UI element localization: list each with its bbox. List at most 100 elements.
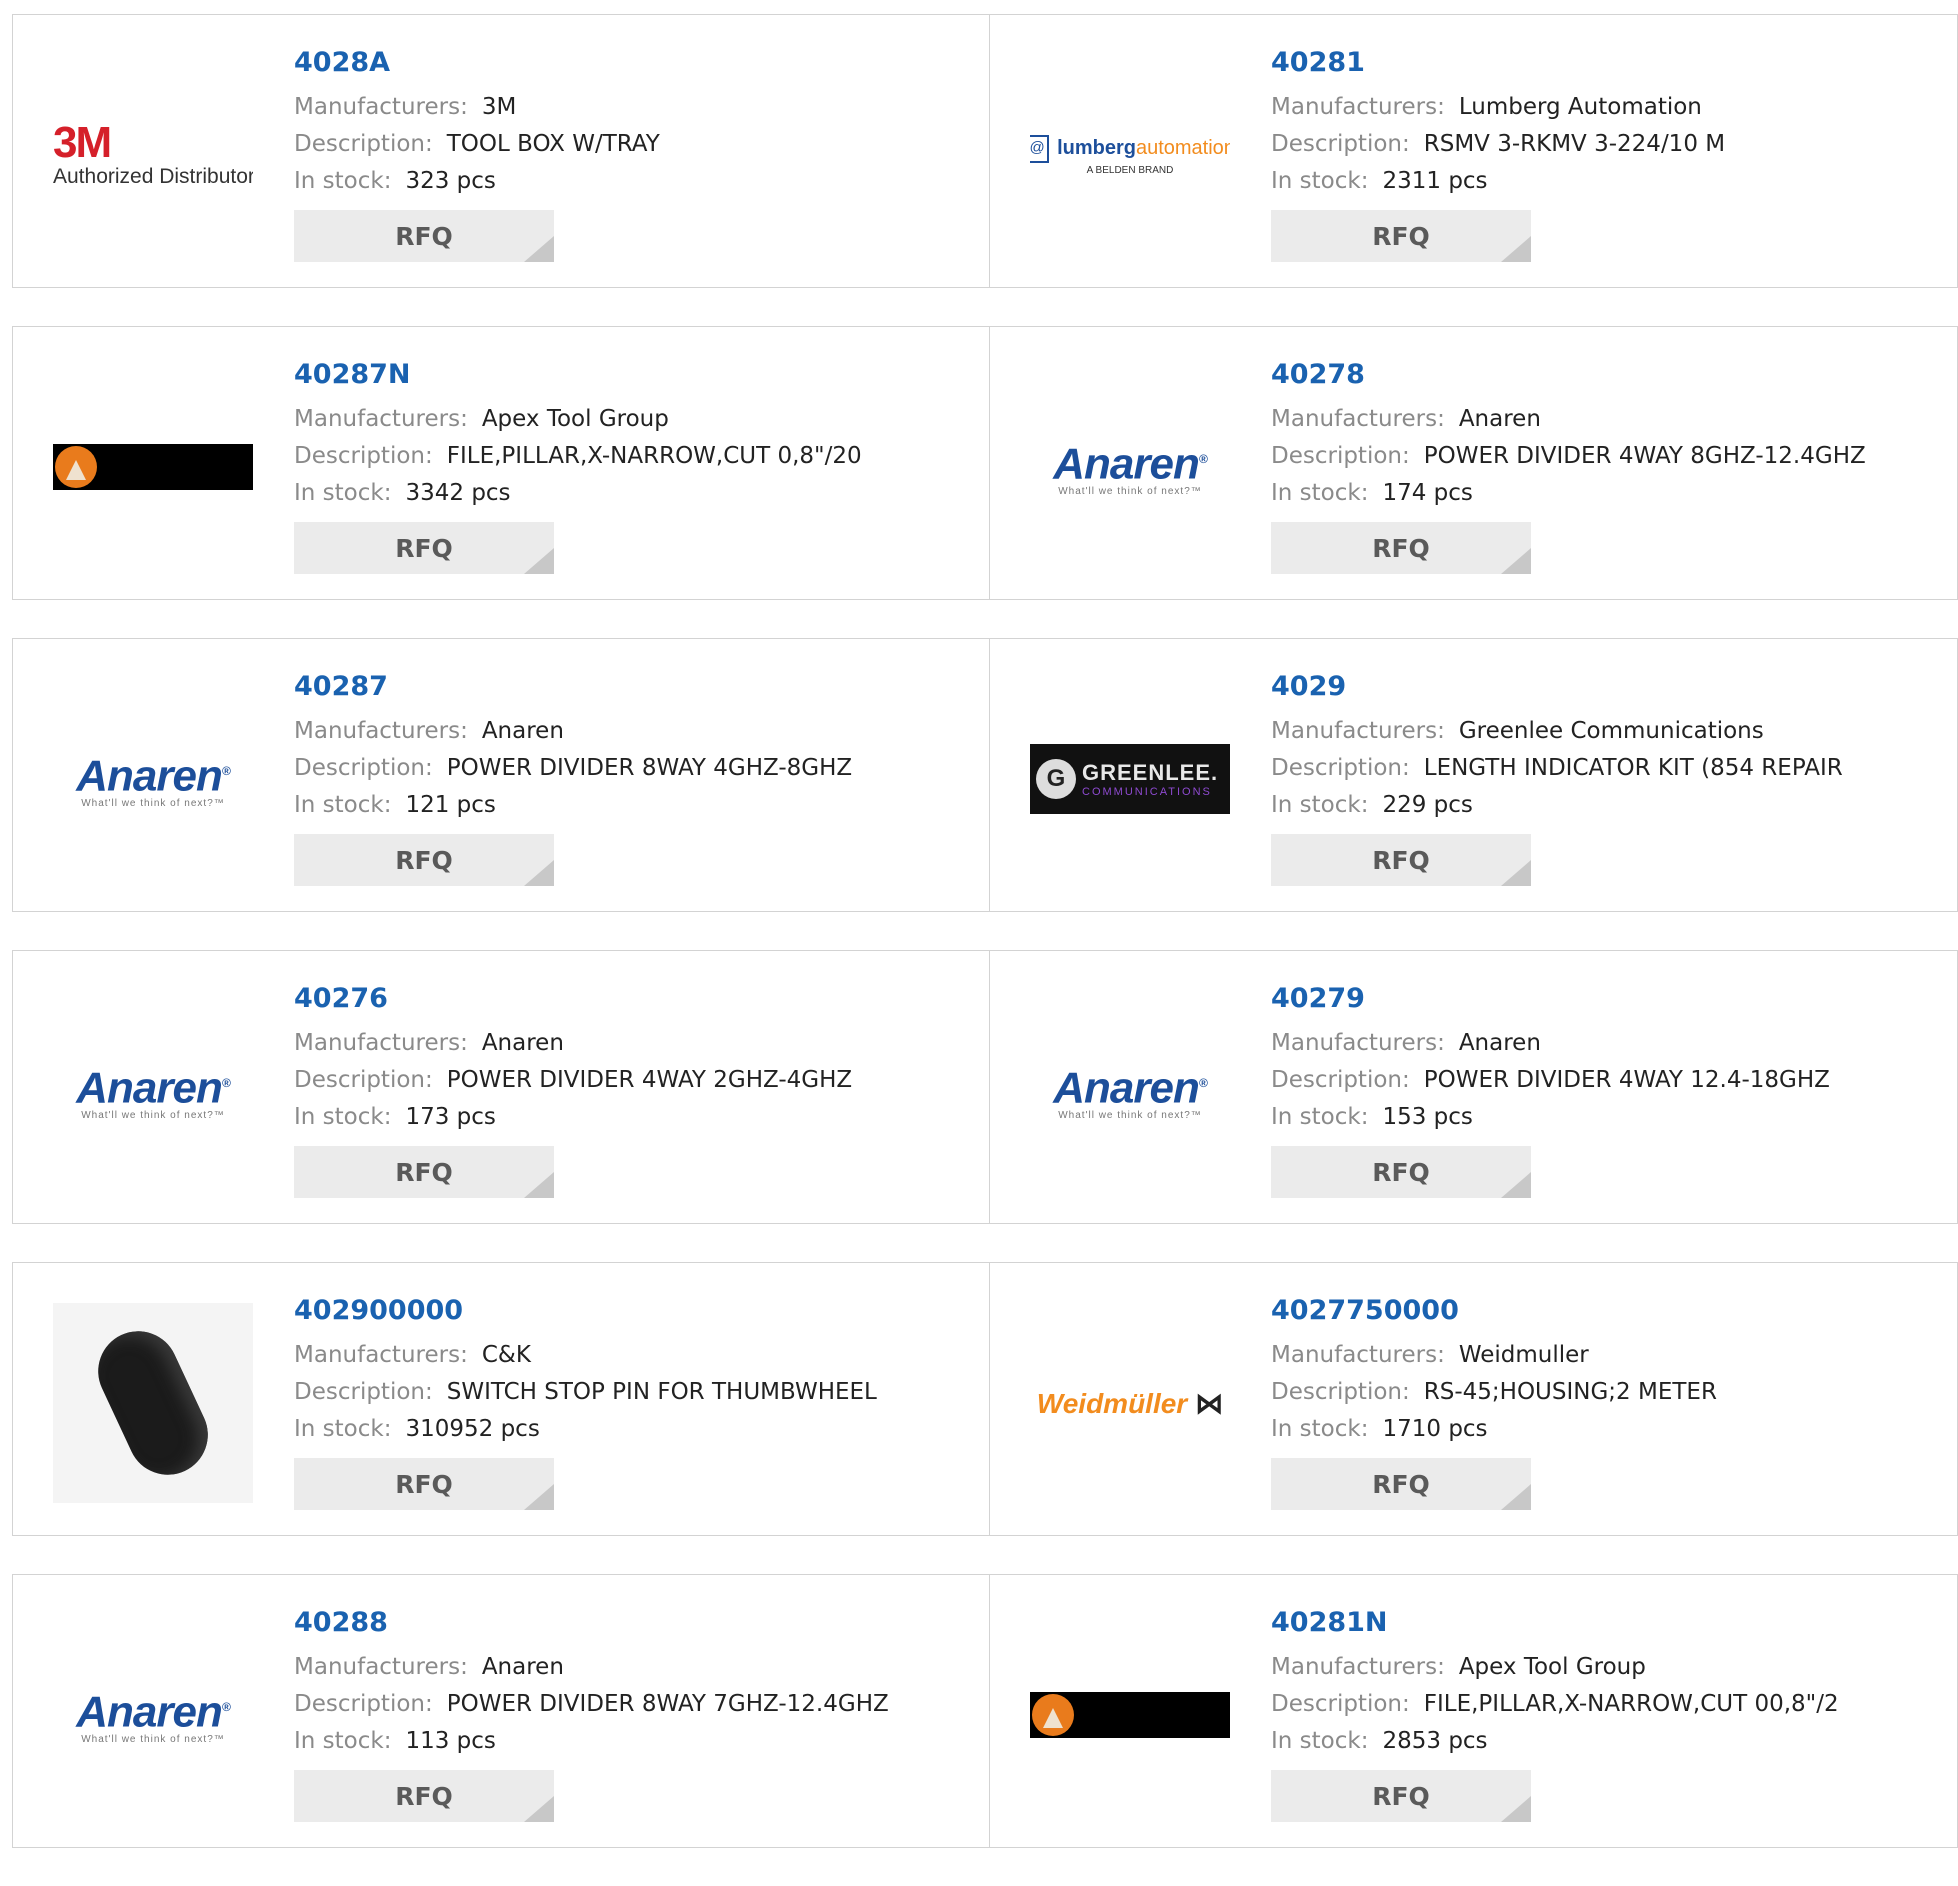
product-info: 40281N Manufacturers: Apex Tool Group Des…	[1271, 1605, 1937, 1822]
stock-label: In stock:	[1271, 792, 1369, 818]
greenlee-logo-text: GREENLEE. COMMUNICATIONS	[1082, 760, 1218, 798]
stock-value: 229 pcs	[1382, 792, 1473, 818]
part-number-link[interactable]: 40288	[294, 1605, 969, 1641]
part-number-link[interactable]: 4027750000	[1271, 1293, 1937, 1329]
description-value: LENGTH INDICATOR KIT (854 REPAIR	[1423, 755, 1843, 781]
part-number-link[interactable]: 40278	[1271, 357, 1937, 393]
manufacturer-line: Manufacturers: 3M	[294, 89, 969, 126]
part-number-link[interactable]: 40287N	[294, 357, 969, 393]
description-label: Description:	[294, 443, 433, 469]
product-row: Anaren® What'll we think of next?™ 40288…	[12, 1574, 1958, 1848]
description-label: Description:	[1271, 1379, 1410, 1405]
manufacturer-label: Manufacturers:	[1271, 718, 1445, 744]
greenlee-logo[interactable]: G GREENLEE. COMMUNICATIONS	[1030, 679, 1230, 879]
product-row: Anaren® What'll we think of next?™ 40287…	[12, 638, 1958, 912]
rfq-button[interactable]: RFQ	[1271, 834, 1531, 886]
anaren-logo[interactable]: Anaren® What'll we think of next?™	[1030, 991, 1230, 1191]
manufacturer-line: Manufacturers: Lumberg Automation	[1271, 89, 1937, 126]
stock-line: In stock: 3342 pcs	[294, 475, 969, 512]
stock-line: In stock: 2311 pcs	[1271, 163, 1937, 200]
part-number-link[interactable]: 40276	[294, 981, 969, 1017]
manufacturer-line: Manufacturers: Anaren	[294, 713, 969, 750]
lumberg-logo[interactable]: @ lumberg automation A BELDEN BRAND	[1030, 55, 1230, 255]
anaren-logo-tagline: What'll we think of next?™	[1058, 486, 1202, 498]
rfq-button[interactable]: RFQ	[1271, 210, 1531, 262]
manufacturer-line: Manufacturers: Greenlee Communications	[1271, 713, 1937, 750]
stock-value: 310952 pcs	[405, 1416, 540, 1442]
stock-line: In stock: 323 pcs	[294, 163, 969, 200]
apex-logo-bar	[53, 444, 253, 490]
rfq-button[interactable]: RFQ	[294, 834, 554, 886]
description-value: RS-45;HOUSING;2 METER	[1423, 1379, 1717, 1405]
anaren-logo-reg: ®	[1198, 451, 1208, 466]
rfq-button[interactable]: RFQ	[294, 1458, 554, 1510]
part-number-link[interactable]: 4029	[1271, 669, 1937, 705]
anaren-logo[interactable]: Anaren® What'll we think of next?™	[53, 1615, 253, 1815]
pin-image-shape	[85, 1318, 221, 1488]
anaren-logo-name: Anaren®	[76, 1061, 230, 1111]
part-number-link[interactable]: 402900000	[294, 1293, 969, 1329]
description-label: Description:	[294, 755, 433, 781]
weidmuller-logo-text: Weidmüller ⋈	[1037, 1387, 1223, 1420]
description-label: Description:	[1271, 1067, 1410, 1093]
anaren-logo-name: Anaren®	[1053, 1061, 1207, 1111]
description-line: Description: RSMV 3-RKMV 3-224/10 M	[1271, 126, 1937, 163]
description-value: SWITCH STOP PIN FOR THUMBWHEEL	[446, 1379, 877, 1405]
stock-label: In stock:	[294, 1728, 392, 1754]
rfq-button[interactable]: RFQ	[1271, 1458, 1531, 1510]
pin-product-image[interactable]	[53, 1303, 253, 1503]
anaren-logo[interactable]: Anaren® What'll we think of next?™	[53, 679, 253, 879]
part-number-link[interactable]: 40279	[1271, 981, 1937, 1017]
rfq-button[interactable]: RFQ	[1271, 1146, 1531, 1198]
greenlee-logo-name: GREENLEE.	[1082, 760, 1219, 785]
product-row: 40287N Manufacturers: Apex Tool Group Des…	[12, 326, 1958, 600]
rfq-button[interactable]: RFQ	[294, 1146, 554, 1198]
product-card: 40281N Manufacturers: Apex Tool Group Des…	[990, 1574, 1958, 1848]
manufacturer-value: Greenlee Communications	[1458, 718, 1764, 744]
product-card: Anaren® What'll we think of next?™ 40288…	[12, 1574, 990, 1848]
lumberg-logo-sub: A BELDEN BRAND	[1086, 164, 1174, 176]
description-value: POWER DIVIDER 8WAY 4GHZ-8GHZ	[446, 755, 853, 781]
product-row: 402900000 Manufacturers: C&K Description:…	[12, 1262, 1958, 1536]
part-number-link[interactable]: 40287	[294, 669, 969, 705]
stock-label: In stock:	[1271, 1728, 1369, 1754]
description-value: FILE,PILLAR,X-NARROW,CUT 00,8"/2	[1423, 1691, 1839, 1717]
description-line: Description: RS-45;HOUSING;2 METER	[1271, 1374, 1937, 1411]
product-card: G GREENLEE. COMMUNICATIONS 4029 Manufact…	[990, 638, 1958, 912]
rfq-button[interactable]: RFQ	[294, 1770, 554, 1822]
stock-line: In stock: 121 pcs	[294, 787, 969, 824]
rfq-button[interactable]: RFQ	[294, 210, 554, 262]
manufacturer-value: Anaren	[1458, 406, 1541, 432]
product-info: 40276 Manufacturers: Anaren Description: P…	[294, 981, 969, 1198]
stock-line: In stock: 173 pcs	[294, 1099, 969, 1136]
manufacturer-value: Lumberg Automation	[1458, 94, 1702, 120]
pin-image-bg	[53, 1303, 253, 1503]
part-number-link[interactable]: 40281N	[1271, 1605, 1937, 1641]
rfq-button[interactable]: RFQ	[1271, 1770, 1531, 1822]
apex-logo[interactable]	[53, 367, 253, 567]
stock-value: 121 pcs	[405, 792, 496, 818]
weidmuller-logo-name: Weidmüller	[1036, 1387, 1188, 1419]
stock-label: In stock:	[294, 1104, 392, 1130]
description-label: Description:	[1271, 755, 1410, 781]
stock-value: 323 pcs	[405, 168, 496, 194]
part-number-link[interactable]: 4028A	[294, 45, 969, 81]
rfq-button[interactable]: RFQ	[1271, 522, 1531, 574]
anaren-logo[interactable]: Anaren® What'll we think of next?™	[1030, 367, 1230, 567]
part-number-link[interactable]: 40281	[1271, 45, 1937, 81]
apex-logo[interactable]	[1030, 1615, 1230, 1815]
product-info: 4028A Manufacturers: 3M Description: TOOL …	[294, 45, 969, 262]
anaren-logo[interactable]: Anaren® What'll we think of next?™	[53, 991, 253, 1191]
manufacturer-label: Manufacturers:	[294, 94, 468, 120]
stock-label: In stock:	[294, 168, 392, 194]
description-value: POWER DIVIDER 4WAY 12.4-18GHZ	[1423, 1067, 1830, 1093]
manufacturer-value: Anaren	[481, 718, 564, 744]
rfq-button[interactable]: RFQ	[294, 522, 554, 574]
manufacturer-line: Manufacturers: Anaren	[294, 1649, 969, 1686]
description-value: POWER DIVIDER 4WAY 8GHZ-12.4GHZ	[1423, 443, 1866, 469]
3m-logo[interactable]: 3M Authorized Distributor	[53, 55, 253, 255]
weidmuller-logo[interactable]: Weidmüller ⋈	[1030, 1303, 1230, 1503]
product-card: 402900000 Manufacturers: C&K Description:…	[12, 1262, 990, 1536]
manufacturer-label: Manufacturers:	[294, 406, 468, 432]
manufacturer-value: Apex Tool Group	[1458, 1654, 1646, 1680]
